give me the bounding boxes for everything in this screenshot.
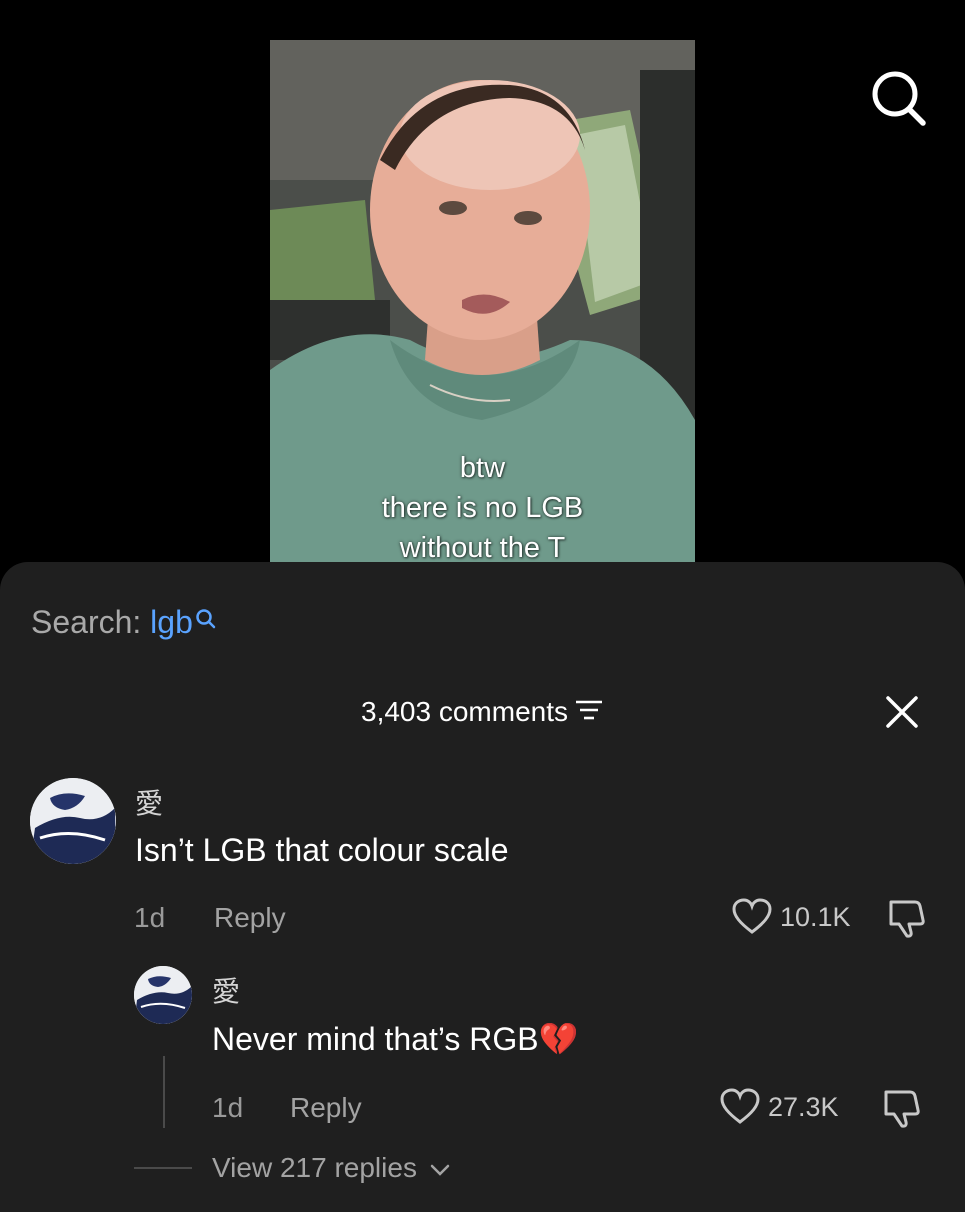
reply-text: Never mind that’s RGB💔 xyxy=(212,1020,578,1058)
view-replies-button[interactable]: View 217 replies xyxy=(212,1152,451,1184)
like-button[interactable]: 27.3K xyxy=(720,1088,839,1126)
comment-count: 3,403 comments xyxy=(361,696,568,727)
like-count: 27.3K xyxy=(768,1091,839,1122)
reply-author[interactable]: 愛 xyxy=(212,970,240,1010)
search-icon xyxy=(195,602,217,639)
like-count: 10.1K xyxy=(780,901,851,932)
thread-line xyxy=(163,1056,165,1128)
comment-author[interactable]: 愛 xyxy=(135,782,163,822)
video-player[interactable]: btw there is no LGB without the T xyxy=(270,40,695,570)
divider xyxy=(134,1167,192,1169)
avatar[interactable] xyxy=(30,778,116,864)
comment-age: 1d xyxy=(134,902,166,933)
chevron-down-icon xyxy=(430,1164,449,1176)
search-term[interactable]: lgb xyxy=(150,604,193,640)
dislike-icon[interactable] xyxy=(885,898,929,945)
heart-icon xyxy=(720,1088,760,1124)
close-icon[interactable] xyxy=(880,690,924,734)
comment-text: Isn’t LGB that colour scale xyxy=(135,832,509,868)
video-caption: btw there is no LGB without the T xyxy=(270,448,695,568)
search-label: Search: xyxy=(31,604,142,640)
caption-line: there is no LGB xyxy=(381,492,584,524)
avatar[interactable] xyxy=(134,966,192,1024)
search-query[interactable]: Search: lgb xyxy=(31,604,217,641)
caption-line: btw xyxy=(459,452,506,484)
heart-icon xyxy=(732,898,772,934)
filter-icon[interactable] xyxy=(574,696,604,728)
like-button[interactable]: 10.1K xyxy=(732,898,851,936)
reply-button[interactable]: Reply xyxy=(290,1092,362,1124)
comments-sheet: Search: lgb 3,403 comments 愛 Isn’t LGB t… xyxy=(0,562,965,1212)
reply-button[interactable]: Reply xyxy=(214,902,286,934)
dislike-icon[interactable] xyxy=(880,1088,924,1135)
view-replies-label: View 217 replies xyxy=(212,1152,417,1183)
reply-age: 1d xyxy=(212,1092,244,1123)
reply-text-body: Never mind that’s RGB xyxy=(212,1021,539,1057)
broken-heart-emoji: 💔 xyxy=(538,1021,579,1057)
comment-count-header[interactable]: 3,403 comments xyxy=(0,696,965,728)
search-icon[interactable] xyxy=(868,68,928,128)
